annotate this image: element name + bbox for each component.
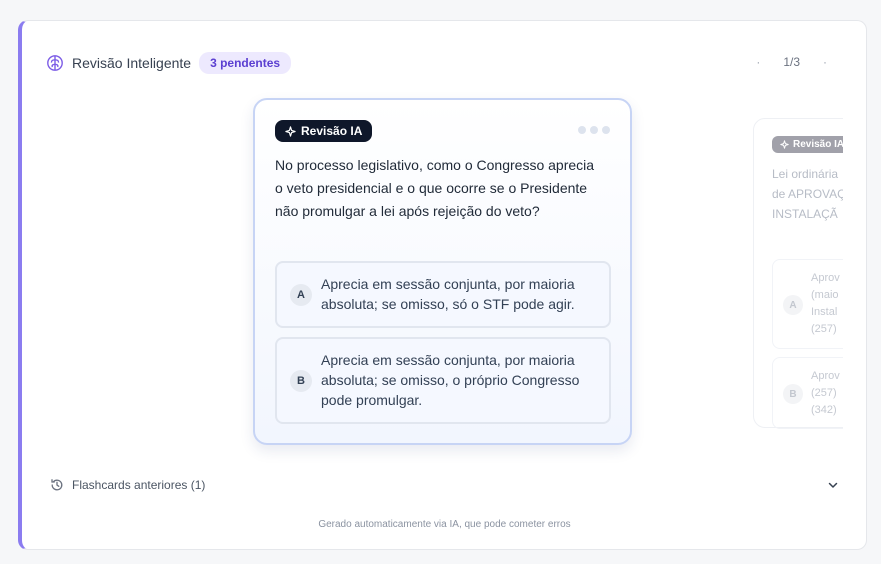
- option-line: Instal: [811, 306, 838, 318]
- next-option-b: B Aprov (257) (342): [772, 357, 843, 429]
- option-text: Aprecia em sessão conjunta, por maioria …: [321, 276, 575, 312]
- menu-dot: [602, 126, 610, 134]
- previous-flashcards-toggle[interactable]: Flashcards anteriores (1): [50, 475, 840, 495]
- chevron-down-icon: [826, 478, 840, 492]
- ai-disclaimer: Gerado automaticamente via IA, que pode …: [318, 519, 571, 530]
- option-line: (257): [811, 323, 837, 335]
- answer-option-b[interactable]: B Aprecia em sessão conjunta, por maiori…: [275, 337, 611, 424]
- option-line: (maio: [811, 289, 839, 301]
- previous-flashcards-label: Flashcards anteriores (1): [72, 478, 206, 492]
- option-text: Aprov (257) (342): [811, 368, 840, 419]
- option-text: Aprov (maio Instal (257): [811, 270, 840, 338]
- panel-title: Revisão Inteligente: [72, 55, 192, 71]
- card-pager: · 1/3 ·: [751, 55, 832, 69]
- flashcard: Revisão IA No processo legislativo, como…: [253, 98, 632, 445]
- menu-dot: [590, 126, 598, 134]
- pending-badge: 3 pendentes: [199, 52, 292, 74]
- panel-header: Revisão Inteligente 3 pendentes: [46, 52, 292, 74]
- option-letter: B: [290, 370, 312, 392]
- option-letter: B: [783, 384, 803, 404]
- page-indicator: 1/3: [783, 55, 800, 69]
- sparkle-icon: [285, 125, 296, 137]
- question-text: No processo legislativo, como o Congress…: [275, 157, 595, 219]
- next-ai-review-tag: Revisão IA: [772, 136, 843, 153]
- previous-card-button[interactable]: ·: [751, 55, 765, 69]
- ai-review-tag-label: Revisão IA: [301, 124, 363, 138]
- brain-icon: [46, 54, 64, 72]
- option-letter: A: [290, 284, 312, 306]
- next-question-line: Lei ordinária: [772, 167, 839, 181]
- option-line: (342): [811, 404, 837, 416]
- menu-dot: [578, 126, 586, 134]
- next-card-button[interactable]: ·: [818, 55, 832, 69]
- history-icon: [50, 478, 64, 492]
- next-tag-label: Revisão IA: [793, 139, 843, 150]
- next-card-preview[interactable]: Revisão IA Lei ordinária de APROVAÇ INST…: [753, 118, 843, 430]
- next-question-text: Lei ordinária de APROVAÇ INSTALAÇÃ: [772, 164, 843, 224]
- option-line: Aprov: [811, 370, 840, 382]
- next-question-line: INSTALAÇÃ: [772, 207, 838, 221]
- smart-review-panel: Revisão Inteligente 3 pendentes · 1/3 · …: [18, 20, 867, 550]
- next-flashcard: Revisão IA Lei ordinária de APROVAÇ INST…: [753, 118, 843, 429]
- next-option-a: A Aprov (maio Instal (257): [772, 259, 843, 349]
- sparkle-icon: [780, 140, 789, 149]
- card-menu-button[interactable]: [578, 126, 610, 134]
- option-text: Aprecia em sessão conjunta, por maioria …: [321, 352, 580, 408]
- option-letter: A: [783, 295, 803, 315]
- next-question-line: de APROVAÇ: [772, 187, 843, 201]
- answer-option-a[interactable]: A Aprecia em sessão conjunta, por maiori…: [275, 261, 611, 328]
- option-line: (257): [811, 387, 837, 399]
- ai-review-tag: Revisão IA: [275, 120, 373, 142]
- option-line: Aprov: [811, 272, 840, 284]
